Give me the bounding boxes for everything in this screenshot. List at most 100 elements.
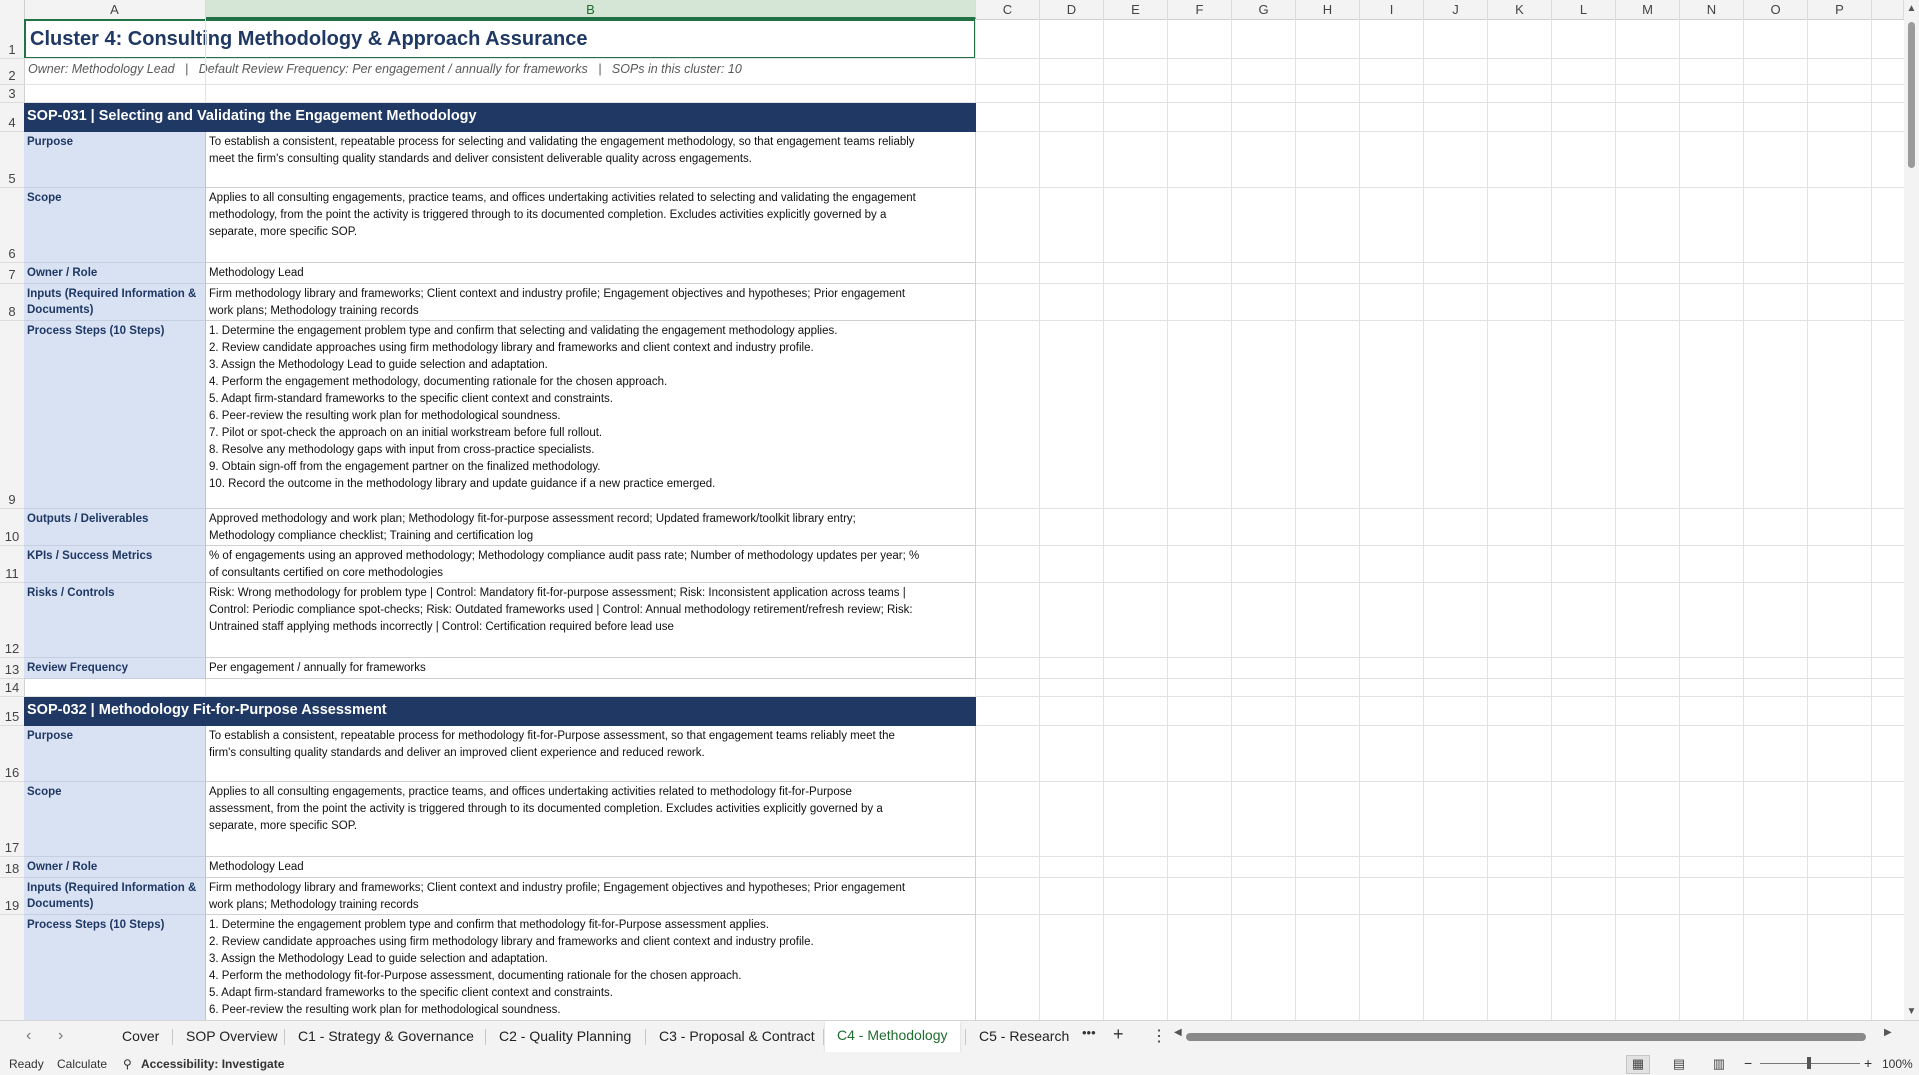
field-value[interactable]: 1. Determine the engagement problem type… <box>206 915 976 1020</box>
row-header[interactable]: 2 <box>0 59 24 85</box>
prev-sheet-icon[interactable]: ‹ <box>26 1027 31 1045</box>
row-header[interactable]: 9 <box>0 321 24 509</box>
worksheet-grid[interactable]: Cluster 4: Consulting Methodology & Appr… <box>24 19 1904 1020</box>
more-sheets-icon[interactable]: ••• <box>1082 1025 1096 1040</box>
next-sheet-icon[interactable]: › <box>58 1027 63 1045</box>
tab-c3-proposal-contract[interactable]: C3 - Proposal & Contract <box>647 1021 827 1052</box>
field-label[interactable]: Scope <box>24 782 206 857</box>
row-header[interactable]: 7 <box>0 263 24 284</box>
field-value[interactable]: Per engagement / annually for frameworks <box>206 658 976 679</box>
column-header-h[interactable]: H <box>1296 0 1360 19</box>
sheet-subtitle[interactable]: Owner: Methodology Lead | Default Review… <box>24 59 976 85</box>
column-header-o[interactable]: O <box>1744 0 1808 19</box>
column-header-f[interactable]: F <box>1168 0 1232 19</box>
column-header-b[interactable]: B <box>206 0 976 19</box>
field-label[interactable]: Inputs (Required Information & Documents… <box>24 284 206 321</box>
field-label[interactable]: Owner / Role <box>24 857 206 878</box>
scroll-up-icon[interactable]: ▲ <box>1906 3 1917 14</box>
vertical-scrollbar[interactable]: ▲ ▼ <box>1904 0 1919 1020</box>
field-value[interactable]: Methodology Lead <box>206 857 976 878</box>
column-header-j[interactable]: J <box>1424 0 1488 19</box>
column-header-d[interactable]: D <box>1040 0 1104 19</box>
field-label[interactable]: Purpose <box>24 132 206 188</box>
field-label[interactable]: Process Steps (10 Steps) <box>24 321 206 509</box>
column-header-e[interactable]: E <box>1104 0 1168 19</box>
row-header[interactable]: 16 <box>0 726 24 782</box>
row-header[interactable]: 4 <box>0 103 24 132</box>
zoom-slider-handle[interactable] <box>1807 1057 1811 1069</box>
zoom-slider[interactable] <box>1760 1057 1860 1069</box>
row-header[interactable] <box>0 915 24 1020</box>
column-header-m[interactable]: M <box>1616 0 1680 19</box>
column-header-l[interactable]: L <box>1552 0 1616 19</box>
field-label[interactable]: Process Steps (10 Steps) <box>24 915 206 1020</box>
row-header[interactable]: 5 <box>0 132 24 188</box>
sop-section-header[interactable]: SOP-032 | Methodology Fit-for-Purpose As… <box>24 697 976 726</box>
calculate-button[interactable]: Calculate <box>57 1057 107 1071</box>
scroll-down-icon[interactable]: ▼ <box>1906 1006 1917 1017</box>
row-header[interactable]: 1 <box>0 19 24 59</box>
column-header-c[interactable]: C <box>976 0 1040 19</box>
scroll-right-icon[interactable]: ▶ <box>1884 1027 1892 1038</box>
add-sheet-icon[interactable]: + <box>1113 1024 1124 1045</box>
column-header-n[interactable]: N <box>1680 0 1744 19</box>
row-header[interactable]: 14 <box>0 679 24 697</box>
select-all-corner[interactable] <box>0 0 25 19</box>
field-value[interactable]: Applies to all consulting engagements, p… <box>206 782 976 857</box>
row-header[interactable]: 8 <box>0 284 24 321</box>
normal-view-icon[interactable]: ▦ <box>1626 1055 1650 1074</box>
row-header[interactable]: 3 <box>0 85 24 103</box>
scroll-left-icon[interactable]: ◀ <box>1174 1027 1182 1038</box>
tab-options-icon[interactable]: ⋮ <box>1151 1026 1167 1046</box>
field-value[interactable]: To establish a consistent, repeatable pr… <box>206 726 976 782</box>
column-header-a[interactable]: A <box>24 0 206 19</box>
field-label[interactable]: Owner / Role <box>24 263 206 284</box>
tab-c1-strategy-governance[interactable]: C1 - Strategy & Governance <box>286 1021 486 1052</box>
row-header[interactable]: 11 <box>0 546 24 583</box>
row-header[interactable]: 17 <box>0 782 24 857</box>
field-value[interactable]: Risk: Wrong methodology for problem type… <box>206 583 976 658</box>
sop-section-header[interactable]: SOP-031 | Selecting and Validating the E… <box>24 103 976 132</box>
horizontal-scroll-thumb[interactable] <box>1186 1033 1866 1041</box>
row-header[interactable]: 12 <box>0 583 24 658</box>
row-header[interactable]: 18 <box>0 857 24 878</box>
page-break-preview-icon[interactable]: ▥ <box>1707 1055 1731 1074</box>
row-header[interactable]: 13 <box>0 658 24 679</box>
field-value[interactable]: Approved methodology and work plan; Meth… <box>206 509 976 546</box>
field-value[interactable]: 1. Determine the engagement problem type… <box>206 321 976 509</box>
field-label[interactable]: Review Frequency <box>24 658 206 679</box>
row-header[interactable]: 10 <box>0 509 24 546</box>
zoom-out-button[interactable]: − <box>1744 1055 1752 1071</box>
tab-c4-methodology[interactable]: C4 - Methodology <box>825 1021 960 1055</box>
column-header-k[interactable]: K <box>1488 0 1552 19</box>
tab-c5-research-a[interactable]: C5 - Research a <box>967 1021 1072 1052</box>
column-header-i[interactable]: I <box>1360 0 1424 19</box>
row-header[interactable]: 19 <box>0 878 24 915</box>
page-layout-view-icon[interactable]: ▤ <box>1667 1055 1691 1074</box>
column-header-g[interactable]: G <box>1232 0 1296 19</box>
field-value[interactable]: % of engagements using an approved metho… <box>206 546 976 583</box>
horizontal-scrollbar[interactable]: ◀ ▶ <box>1174 1027 1894 1041</box>
tab-c2-quality-planning[interactable]: C2 - Quality Planning <box>487 1021 643 1052</box>
field-value[interactable]: Firm methodology library and frameworks;… <box>206 284 976 321</box>
field-value[interactable]: Methodology Lead <box>206 263 976 284</box>
field-label[interactable]: Scope <box>24 188 206 263</box>
sheet-title[interactable]: Cluster 4: Consulting Methodology & Appr… <box>24 19 976 59</box>
field-label[interactable]: Inputs (Required Information & Documents… <box>24 878 206 915</box>
zoom-in-button[interactable]: + <box>1864 1055 1872 1071</box>
field-value[interactable]: Applies to all consulting engagements, p… <box>206 188 976 263</box>
field-value[interactable]: To establish a consistent, repeatable pr… <box>206 132 976 188</box>
column-header-p[interactable]: P <box>1808 0 1872 19</box>
zoom-level[interactable]: 100% <box>1882 1057 1913 1071</box>
field-label[interactable]: Purpose <box>24 726 206 782</box>
field-label[interactable]: Risks / Controls <box>24 583 206 658</box>
accessibility-status[interactable]: Accessibility: Investigate <box>141 1057 284 1071</box>
row-header[interactable]: 15 <box>0 697 24 726</box>
field-label[interactable]: KPIs / Success Metrics <box>24 546 206 583</box>
vertical-scroll-thumb[interactable] <box>1908 22 1915 168</box>
row-header[interactable]: 6 <box>0 188 24 263</box>
tab-cover[interactable]: Cover <box>110 1021 171 1052</box>
tab-sop-overview[interactable]: SOP Overview <box>174 1021 290 1052</box>
field-value[interactable]: Firm methodology library and frameworks;… <box>206 878 976 915</box>
field-label[interactable]: Outputs / Deliverables <box>24 509 206 546</box>
